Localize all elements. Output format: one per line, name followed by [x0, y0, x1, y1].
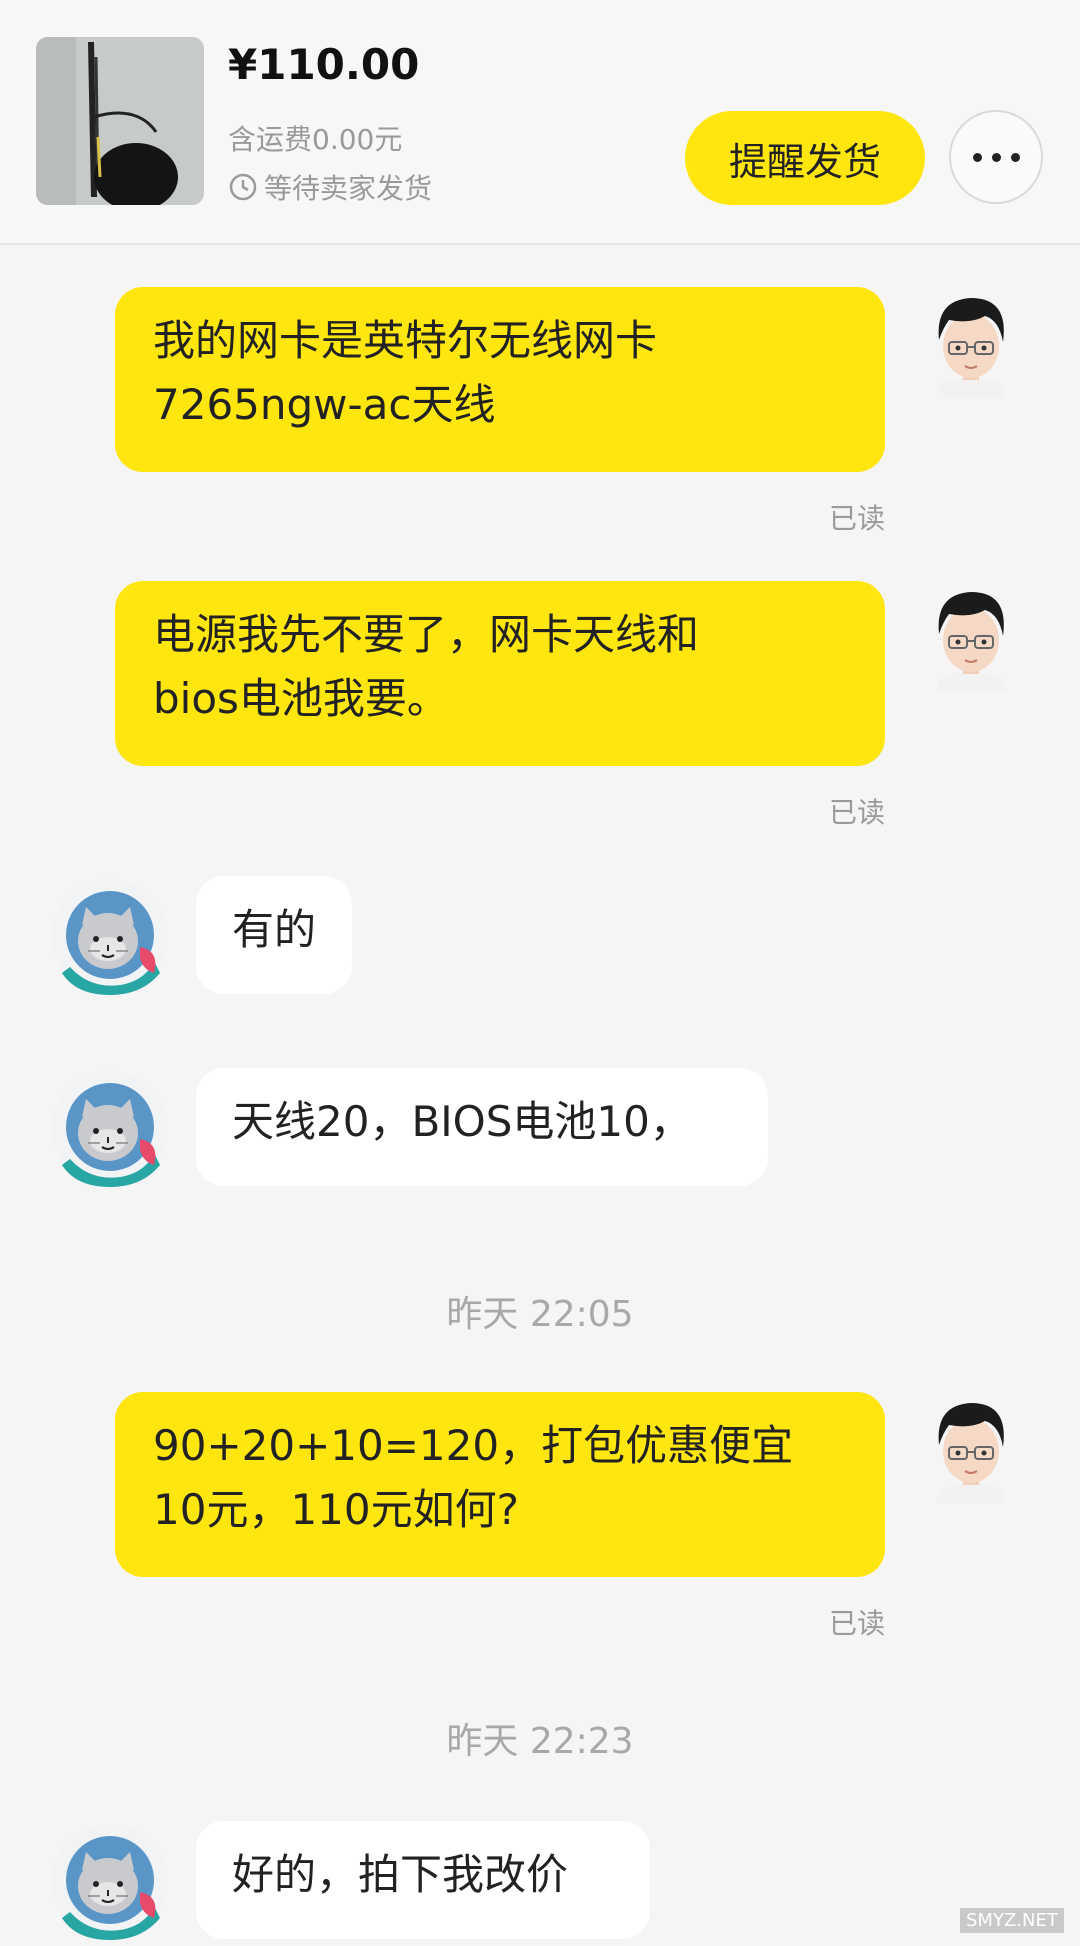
remind-ship-button[interactable]: 提醒发货 [685, 111, 925, 205]
time-separator: 昨天 22:05 [446, 1294, 634, 1335]
shipping-fee: 含运费0.00元 [228, 123, 403, 156]
order-status-text: 等待卖家发货 [264, 172, 433, 205]
message-bubble-sent[interactable]: 90+20+10=120，打包优惠便宜 10元，110元如何? [115, 1392, 885, 1577]
read-receipt: 已读 [828, 1607, 885, 1640]
read-receipt: 已读 [828, 796, 885, 829]
more-options-button[interactable] [949, 110, 1043, 204]
message-bubble-received[interactable]: 好的，拍下我改价 [196, 1821, 650, 1939]
time-separator: 昨天 22:23 [446, 1721, 634, 1762]
seller-avatar[interactable] [50, 877, 170, 997]
my-avatar[interactable] [925, 290, 1017, 398]
seller-avatar[interactable] [50, 1822, 170, 1942]
order-price: ¥110.00 [228, 40, 420, 89]
more-icon [972, 152, 982, 162]
order-status: 等待卖家发货 [228, 167, 432, 207]
my-avatar[interactable] [925, 584, 1017, 692]
order-header: ¥110.00 含运费0.00元 等待卖家发货 提醒发货 [0, 0, 1080, 245]
message-bubble-sent[interactable]: 电源我先不要了，网卡天线和 bios电池我要。 [115, 581, 885, 766]
seller-avatar[interactable] [50, 1069, 170, 1189]
product-thumbnail[interactable] [36, 37, 204, 205]
read-receipt: 已读 [828, 502, 885, 535]
my-avatar[interactable] [925, 1395, 1017, 1503]
clock-icon [228, 172, 258, 202]
message-bubble-received[interactable]: 天线20，BIOS电池10， [196, 1068, 768, 1186]
message-bubble-received[interactable]: 有的 [196, 876, 353, 994]
watermark: SMYZ.NET [960, 1908, 1064, 1933]
message-bubble-sent[interactable]: 我的网卡是英特尔无线网卡 7265ngw-ac天线 [115, 287, 885, 472]
